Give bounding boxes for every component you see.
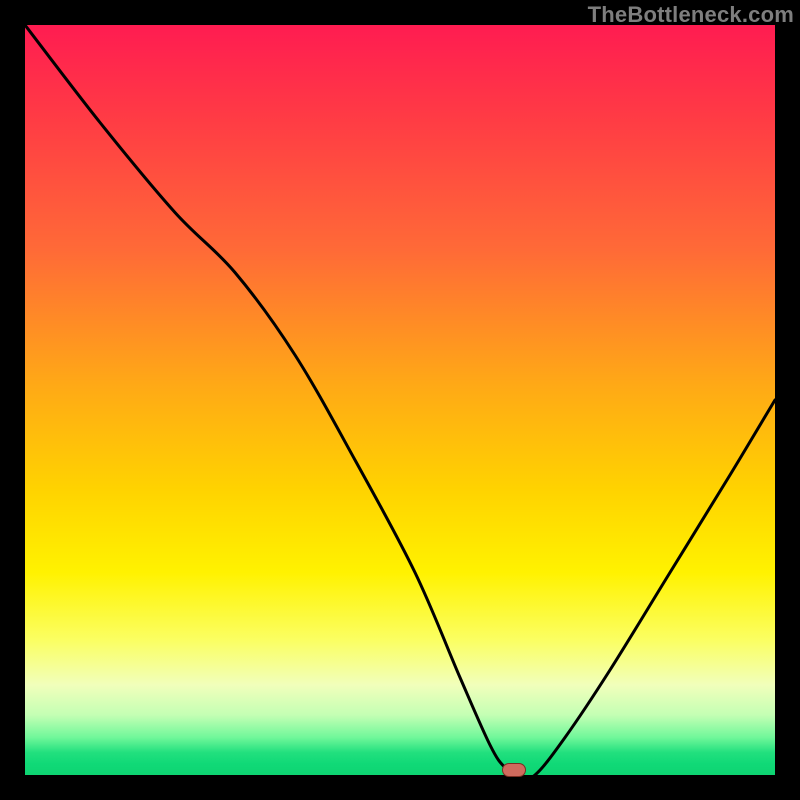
bottleneck-curve [25, 25, 775, 775]
chart-frame: TheBottleneck.com [0, 0, 800, 800]
plot-area [25, 25, 775, 775]
curve-path [25, 25, 775, 775]
optimal-marker [502, 763, 526, 777]
